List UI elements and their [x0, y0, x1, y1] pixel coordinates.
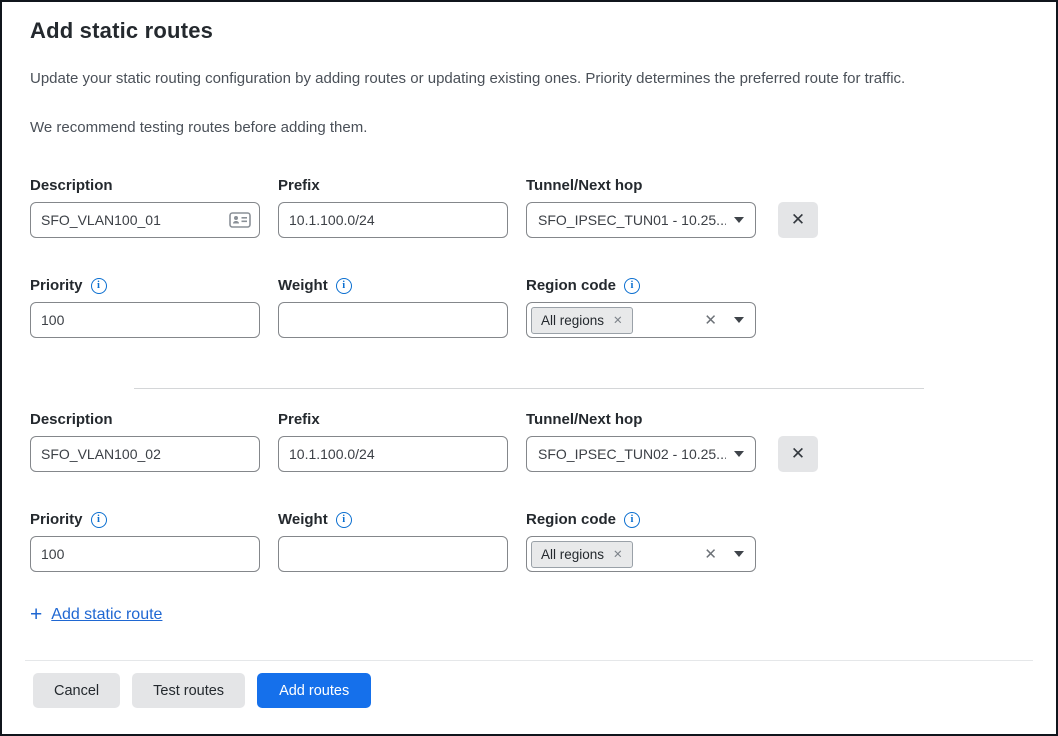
close-icon: ✕	[791, 444, 805, 464]
cancel-button[interactable]: Cancel	[33, 673, 120, 708]
tunnel-select-value: SFO_IPSEC_TUN02 - 10.25...	[538, 446, 726, 462]
region-tag-label: All regions	[541, 313, 604, 328]
info-icon[interactable]: i	[336, 512, 352, 528]
chevron-down-icon[interactable]	[734, 451, 744, 457]
region-field-label: Region code	[526, 511, 616, 528]
clear-selection-icon[interactable]: ✕	[704, 311, 726, 329]
weight-input[interactable]	[278, 536, 508, 572]
route-divider	[134, 388, 924, 389]
description-field: Description	[30, 411, 260, 472]
info-icon[interactable]: i	[624, 512, 640, 528]
clear-selection-icon[interactable]: ✕	[704, 545, 726, 563]
weight-field: Weight i	[278, 511, 508, 572]
weight-field: Weight i	[278, 277, 508, 338]
description-field-label: Description	[30, 411, 260, 428]
remove-route-button[interactable]: ✕	[778, 436, 818, 472]
prefix-field: Prefix	[278, 411, 508, 472]
add-static-routes-dialog: { "dialog": { "title": "Add static route…	[0, 0, 1058, 736]
route-group-2: Description Prefix Tunnel/Next hop SFO_I…	[30, 411, 1028, 572]
add-static-route-link[interactable]: Add static route	[51, 606, 162, 624]
priority-field: Priority i	[30, 511, 260, 572]
weight-input[interactable]	[278, 302, 508, 338]
tunnel-field-label: Tunnel/Next hop	[526, 411, 756, 428]
tunnel-field: Tunnel/Next hop SFO_IPSEC_TUN02 - 10.25.…	[526, 411, 756, 472]
prefix-field-label: Prefix	[278, 411, 508, 428]
route-group-1: Description Prefix	[30, 177, 1028, 338]
region-tag: All regions ✕	[531, 307, 633, 334]
remove-tag-icon[interactable]: ✕	[613, 547, 623, 561]
test-routes-button[interactable]: Test routes	[132, 673, 245, 708]
chevron-down-icon[interactable]	[734, 551, 744, 557]
chevron-down-icon[interactable]	[734, 217, 744, 223]
description-input[interactable]	[30, 436, 260, 472]
prefix-input[interactable]	[278, 202, 508, 238]
dialog-description: Update your static routing configuration…	[30, 70, 1028, 88]
remove-tag-icon[interactable]: ✕	[613, 313, 623, 327]
info-icon[interactable]: i	[91, 512, 107, 528]
info-icon[interactable]: i	[336, 278, 352, 294]
info-icon[interactable]: i	[91, 278, 107, 294]
page-title: Add static routes	[30, 18, 1028, 44]
region-multiselect[interactable]: All regions ✕ ✕	[526, 536, 756, 572]
prefix-field: Prefix	[278, 177, 508, 238]
region-tag-label: All regions	[541, 547, 604, 562]
remove-route-button[interactable]: ✕	[778, 202, 818, 238]
prefix-input[interactable]	[278, 436, 508, 472]
region-tag: All regions ✕	[531, 541, 633, 568]
priority-field-label: Priority	[30, 511, 83, 528]
close-icon: ✕	[791, 210, 805, 230]
contact-card-icon[interactable]	[229, 212, 251, 228]
priority-input[interactable]	[30, 302, 260, 338]
tunnel-select[interactable]: SFO_IPSEC_TUN02 - 10.25...	[526, 436, 756, 472]
weight-field-label: Weight	[278, 277, 328, 294]
footer-divider	[25, 660, 1033, 661]
tunnel-select-value: SFO_IPSEC_TUN01 - 10.25...	[538, 212, 726, 228]
tunnel-field: Tunnel/Next hop SFO_IPSEC_TUN01 - 10.25.…	[526, 177, 756, 238]
tunnel-select[interactable]: SFO_IPSEC_TUN01 - 10.25...	[526, 202, 756, 238]
add-routes-button[interactable]: Add routes	[257, 673, 371, 708]
region-code-field: Region code i All regions ✕ ✕	[526, 511, 756, 572]
dialog-note: We recommend testing routes before addin…	[30, 119, 1028, 137]
region-code-field: Region code i All regions ✕ ✕	[526, 277, 756, 338]
priority-field: Priority i	[30, 277, 260, 338]
plus-icon: +	[30, 604, 42, 625]
description-field: Description	[30, 177, 260, 238]
priority-input[interactable]	[30, 536, 260, 572]
description-input[interactable]	[30, 202, 260, 238]
weight-field-label: Weight	[278, 511, 328, 528]
tunnel-field-label: Tunnel/Next hop	[526, 177, 756, 194]
description-field-label: Description	[30, 177, 260, 194]
region-field-label: Region code	[526, 277, 616, 294]
dialog-footer: Cancel Test routes Add routes	[2, 660, 1056, 708]
prefix-field-label: Prefix	[278, 177, 508, 194]
region-multiselect[interactable]: All regions ✕ ✕	[526, 302, 756, 338]
chevron-down-icon[interactable]	[734, 317, 744, 323]
priority-field-label: Priority	[30, 277, 83, 294]
info-icon[interactable]: i	[624, 278, 640, 294]
